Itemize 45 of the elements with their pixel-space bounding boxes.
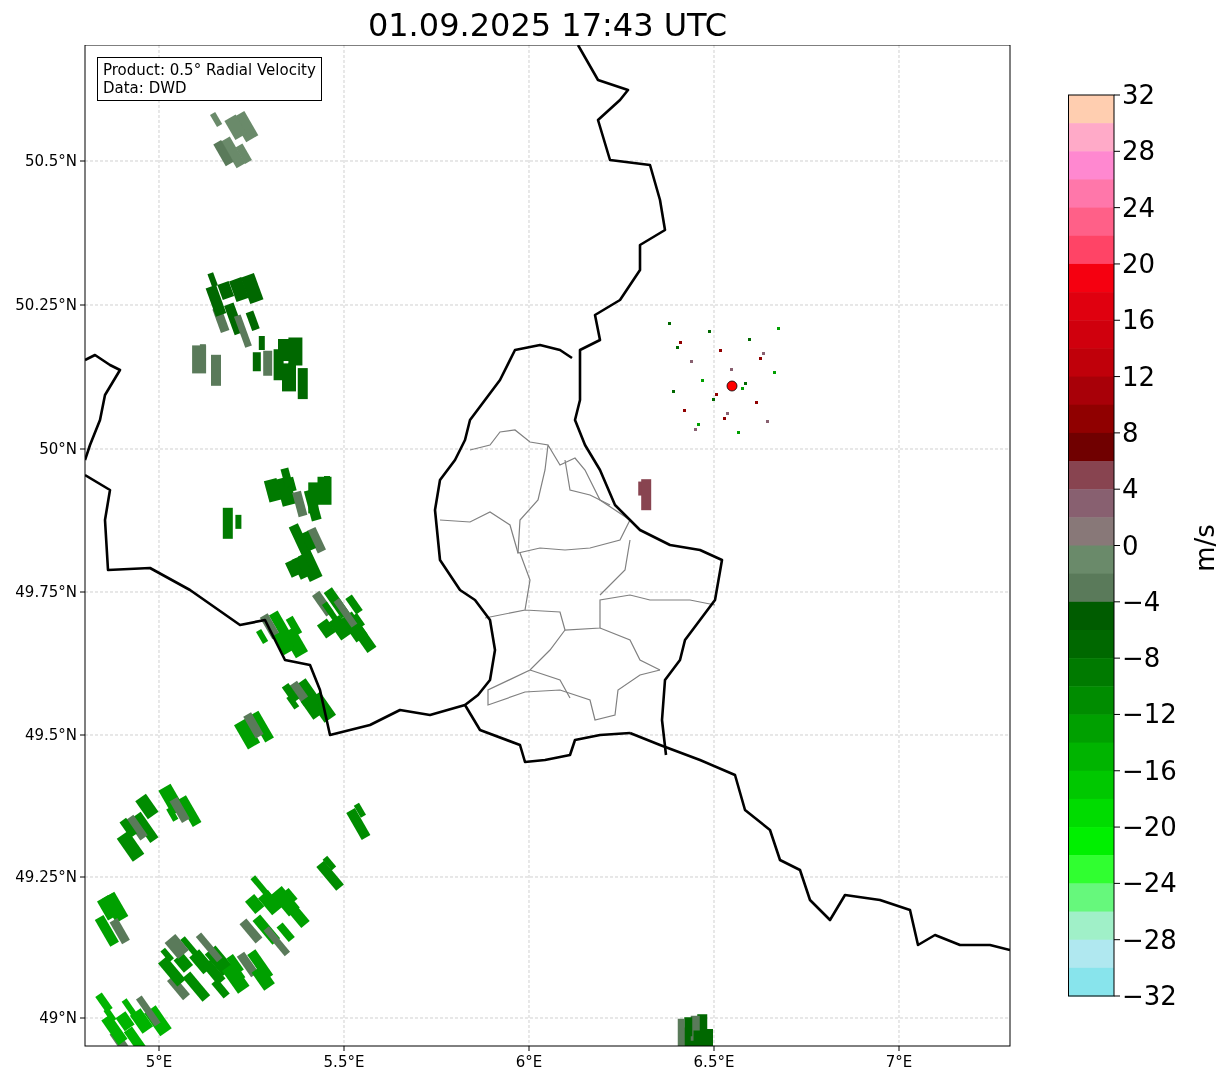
longitude-label: 7°E [885, 1053, 913, 1071]
info-text: Product: 0.5° Radial Velocity [103, 61, 316, 79]
longitude-label: 5.5°E [323, 1053, 365, 1071]
radar-echo [210, 111, 259, 169]
colorbar-tick-label: −20 [1122, 812, 1177, 843]
info-text: Data: DWD [103, 79, 188, 97]
radar-echo [256, 610, 308, 659]
radar-echo [281, 678, 337, 723]
latitude-label: 50°N [39, 440, 77, 458]
colorbar-tick-label: 20 [1122, 248, 1156, 279]
colorbar-tick-label: −8 [1122, 643, 1161, 674]
colorbar-tick-label: 12 [1122, 361, 1156, 392]
radar-echo [94, 891, 130, 947]
colorbar-tick-label: −4 [1122, 586, 1161, 617]
colorbar-tick-label: −28 [1122, 924, 1177, 955]
colorbar-label: m/s [1190, 524, 1220, 572]
latitude-label: 49.25°N [15, 868, 77, 886]
colorbar-tick-label: −32 [1122, 981, 1177, 1011]
radar-site-marker [726, 380, 738, 392]
longitude-label: 6.5°E [693, 1053, 735, 1071]
colorbar-tick-label: −24 [1122, 868, 1177, 899]
colorbar-tick-label: −12 [1122, 699, 1177, 730]
colorbar-tick-label: 16 [1122, 305, 1156, 336]
latitude-label: 49.75°N [15, 583, 77, 601]
colorbar-tick-label: 8 [1122, 417, 1139, 448]
radar-echo [234, 710, 274, 750]
colorbar-tick-label: 4 [1122, 474, 1139, 505]
colorbar-tick-label: 0 [1122, 530, 1139, 561]
colorbar-tick-label: −16 [1122, 755, 1177, 786]
chart-title: 01.09.2025 17:43 UTC [366, 5, 729, 45]
radar-echo [222, 507, 242, 539]
latitude-label: 49°N [39, 1009, 77, 1027]
radar-echo [346, 802, 371, 840]
radar-echo [312, 587, 377, 654]
radar-echo [316, 855, 344, 891]
radar-echo [638, 479, 652, 511]
longitude-label: 5°E [145, 1053, 173, 1071]
latitude-label: 50.5°N [24, 152, 77, 170]
latitude-label: 50.25°N [15, 296, 77, 314]
colorbar-tick-label: 24 [1122, 192, 1156, 223]
colorbar-tick-label: 28 [1122, 136, 1156, 167]
latitude-label: 49.5°N [24, 726, 77, 744]
colorbar-tick-label: 32 [1122, 80, 1156, 110]
radar-echo [677, 1014, 713, 1046]
longitude-label: 6°E [515, 1053, 543, 1071]
